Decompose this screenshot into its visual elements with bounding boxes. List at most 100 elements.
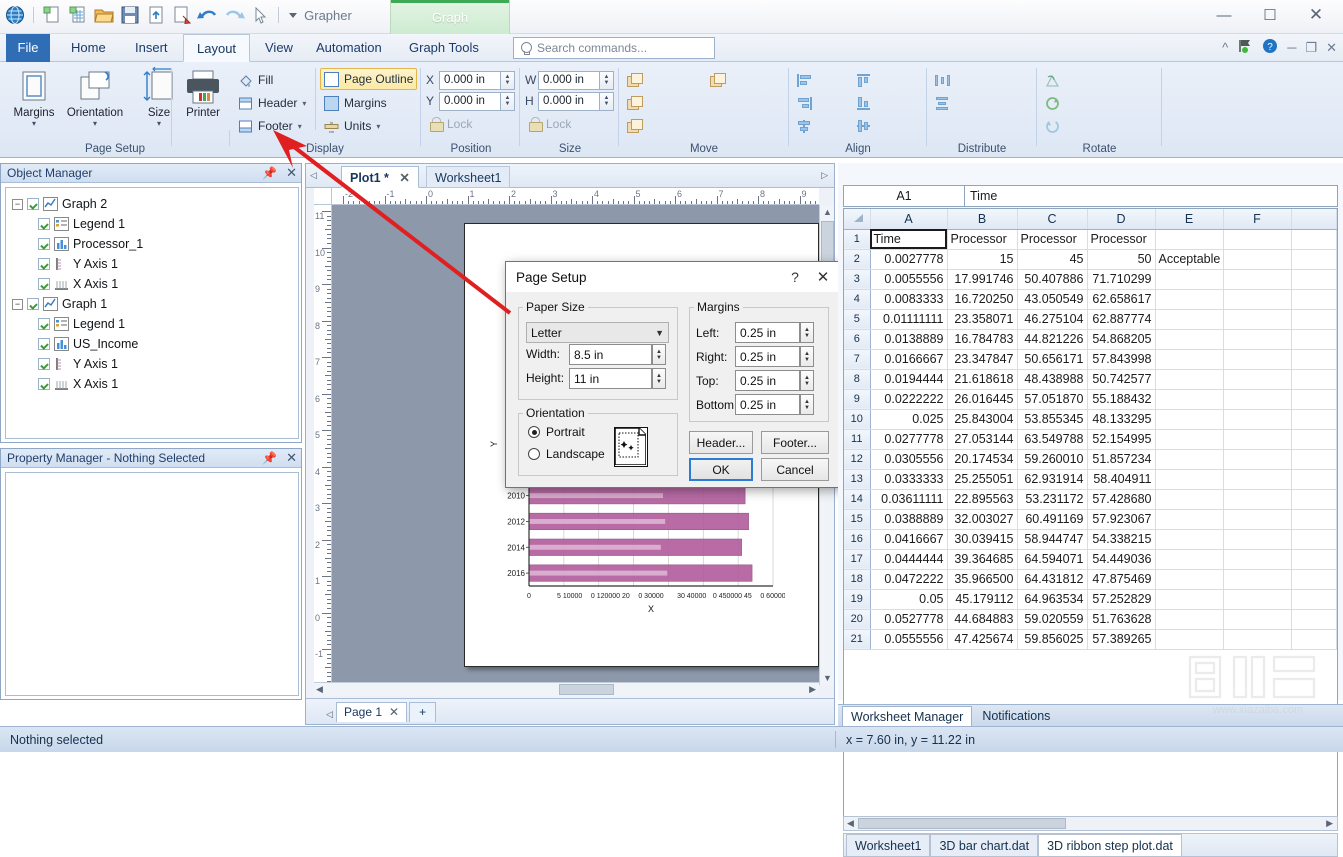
cell[interactable] [1223, 489, 1291, 509]
forward-button[interactable] [624, 115, 650, 137]
row-header[interactable]: 4 [844, 289, 870, 309]
visibility-checkbox[interactable] [38, 218, 50, 230]
doc-tab-worksheet1[interactable]: Worksheet1 [426, 166, 510, 188]
table-row[interactable]: 50.0111111123.35807146.27510462.887774 [844, 309, 1337, 329]
close-button[interactable]: ✕ [1293, 0, 1339, 30]
scroll-right-icon[interactable]: ▶ [809, 684, 816, 695]
cell[interactable]: 45 [1017, 249, 1087, 269]
landscape-radio[interactable]: Landscape [528, 447, 605, 461]
dialog-help-button[interactable]: ? [782, 269, 808, 285]
align-top-button[interactable] [854, 69, 880, 91]
cell[interactable]: 57.389265 [1087, 629, 1155, 649]
margins-toggle-button[interactable]: Margins [321, 92, 390, 114]
close-document-icon[interactable]: ✕ [1326, 40, 1337, 56]
cell[interactable]: Processor [947, 229, 1017, 249]
cell-name-box[interactable]: A1 [843, 185, 965, 207]
cell[interactable]: 60.491169 [1017, 509, 1087, 529]
cell[interactable] [1155, 269, 1223, 289]
margin-bottom-stepper[interactable]: ▲▼ [800, 394, 814, 415]
search-commands-box[interactable]: Search commands... [513, 37, 715, 59]
cell[interactable] [1223, 289, 1291, 309]
width-stepper[interactable]: ▲▼ [652, 344, 666, 365]
table-row[interactable]: 120.030555620.17453459.26001051.857234 [844, 449, 1337, 469]
undo-icon[interactable] [197, 4, 219, 26]
context-tab-graph[interactable]: Graph [390, 0, 510, 34]
cell[interactable] [1155, 309, 1223, 329]
cell[interactable]: 50 [1087, 249, 1155, 269]
cell[interactable]: 58.944747 [1017, 529, 1087, 549]
table-row[interactable]: 200.052777844.68488359.02055951.763628 [844, 609, 1337, 629]
margins-button[interactable]: Margins ▾ [3, 67, 65, 128]
col-header-D[interactable]: D [1087, 209, 1155, 229]
chevron-down-icon[interactable]: ▼ [655, 328, 664, 338]
cell[interactable]: 35.966500 [947, 569, 1017, 589]
cell[interactable]: 32.003027 [947, 509, 1017, 529]
table-row[interactable]: 70.016666723.34784750.65617157.843998 [844, 349, 1337, 369]
margin-left-stepper[interactable]: ▲▼ [800, 322, 814, 343]
cell[interactable]: 27.053144 [947, 429, 1017, 449]
page-tab-1[interactable]: Page 1 ✕ [336, 702, 407, 722]
cell[interactable]: 45.179112 [947, 589, 1017, 609]
visibility-checkbox[interactable] [27, 298, 39, 310]
cell[interactable]: 63.549788 [1017, 429, 1087, 449]
table-row[interactable]: 130.033333325.25505162.93191458.404911 [844, 469, 1337, 489]
height-stepper[interactable]: ▲▼ [652, 368, 666, 389]
cell[interactable] [1291, 609, 1337, 629]
visibility-checkbox[interactable] [38, 378, 50, 390]
cell[interactable] [1291, 389, 1337, 409]
cell[interactable] [1223, 429, 1291, 449]
cell[interactable] [1223, 629, 1291, 649]
cell[interactable]: 58.404911 [1087, 469, 1155, 489]
table-row[interactable]: 60.013888916.78478344.82122654.868205 [844, 329, 1337, 349]
cell[interactable] [1223, 389, 1291, 409]
footer-dialog-button[interactable]: Footer... [761, 431, 829, 454]
cell[interactable] [1291, 509, 1337, 529]
row-header[interactable]: 13 [844, 469, 870, 489]
row-header[interactable]: 17 [844, 549, 870, 569]
cell[interactable]: 0.0388889 [870, 509, 947, 529]
cell[interactable]: 47.425674 [947, 629, 1017, 649]
table-row[interactable]: 1TimeProcessorProcessorProcessor [844, 229, 1337, 249]
add-page-button[interactable]: + [409, 702, 436, 722]
cell[interactable]: 25.255051 [947, 469, 1017, 489]
cell[interactable] [1155, 529, 1223, 549]
units-button[interactable]: incm Units ▾ [321, 115, 383, 137]
cell[interactable]: 16.720250 [947, 289, 1017, 309]
align-bottom-button[interactable] [854, 92, 880, 114]
position-x-stepper[interactable]: ▲▼ [501, 71, 515, 90]
cell[interactable]: 26.016445 [947, 389, 1017, 409]
page-tab-close-icon[interactable]: ✕ [389, 702, 399, 722]
row-header[interactable]: 9 [844, 389, 870, 409]
new-worksheet-icon[interactable] [67, 4, 89, 26]
tab-graph-tools[interactable]: Graph Tools [396, 34, 492, 62]
cell[interactable]: 54.338215 [1087, 529, 1155, 549]
table-row[interactable]: 100.02525.84300453.85534548.133295 [844, 409, 1337, 429]
tab-file[interactable]: File [6, 34, 50, 62]
app-globe-icon[interactable] [4, 4, 26, 26]
close-icon[interactable]: ✕ [286, 165, 297, 181]
row-header[interactable]: 5 [844, 309, 870, 329]
cell[interactable] [1155, 469, 1223, 489]
cell[interactable] [1291, 309, 1337, 329]
position-lock-button[interactable]: Lock [426, 113, 475, 135]
col-header-C[interactable]: C [1017, 209, 1087, 229]
cell[interactable]: 54.868205 [1087, 329, 1155, 349]
cell[interactable] [1223, 369, 1291, 389]
cell[interactable]: 48.438988 [1017, 369, 1087, 389]
row-header[interactable]: 20 [844, 609, 870, 629]
ws-scroll-thumb[interactable] [858, 818, 1066, 829]
cell[interactable]: 50.742577 [1087, 369, 1155, 389]
close-icon-2[interactable]: ✕ [286, 450, 297, 466]
cell[interactable]: 64.431812 [1017, 569, 1087, 589]
cell[interactable]: 71.710299 [1087, 269, 1155, 289]
worksheet-body[interactable]: 1TimeProcessorProcessorProcessor20.00277… [844, 229, 1337, 649]
footer-caret[interactable]: ▾ [298, 122, 302, 131]
cell[interactable] [1223, 329, 1291, 349]
cell[interactable] [1291, 589, 1337, 609]
cell[interactable] [1155, 589, 1223, 609]
redo-icon[interactable] [223, 4, 245, 26]
cell[interactable] [1291, 249, 1337, 269]
table-row[interactable]: 80.019444421.61861848.43898850.742577 [844, 369, 1337, 389]
cell[interactable]: 64.963534 [1017, 589, 1087, 609]
cell[interactable] [1223, 469, 1291, 489]
